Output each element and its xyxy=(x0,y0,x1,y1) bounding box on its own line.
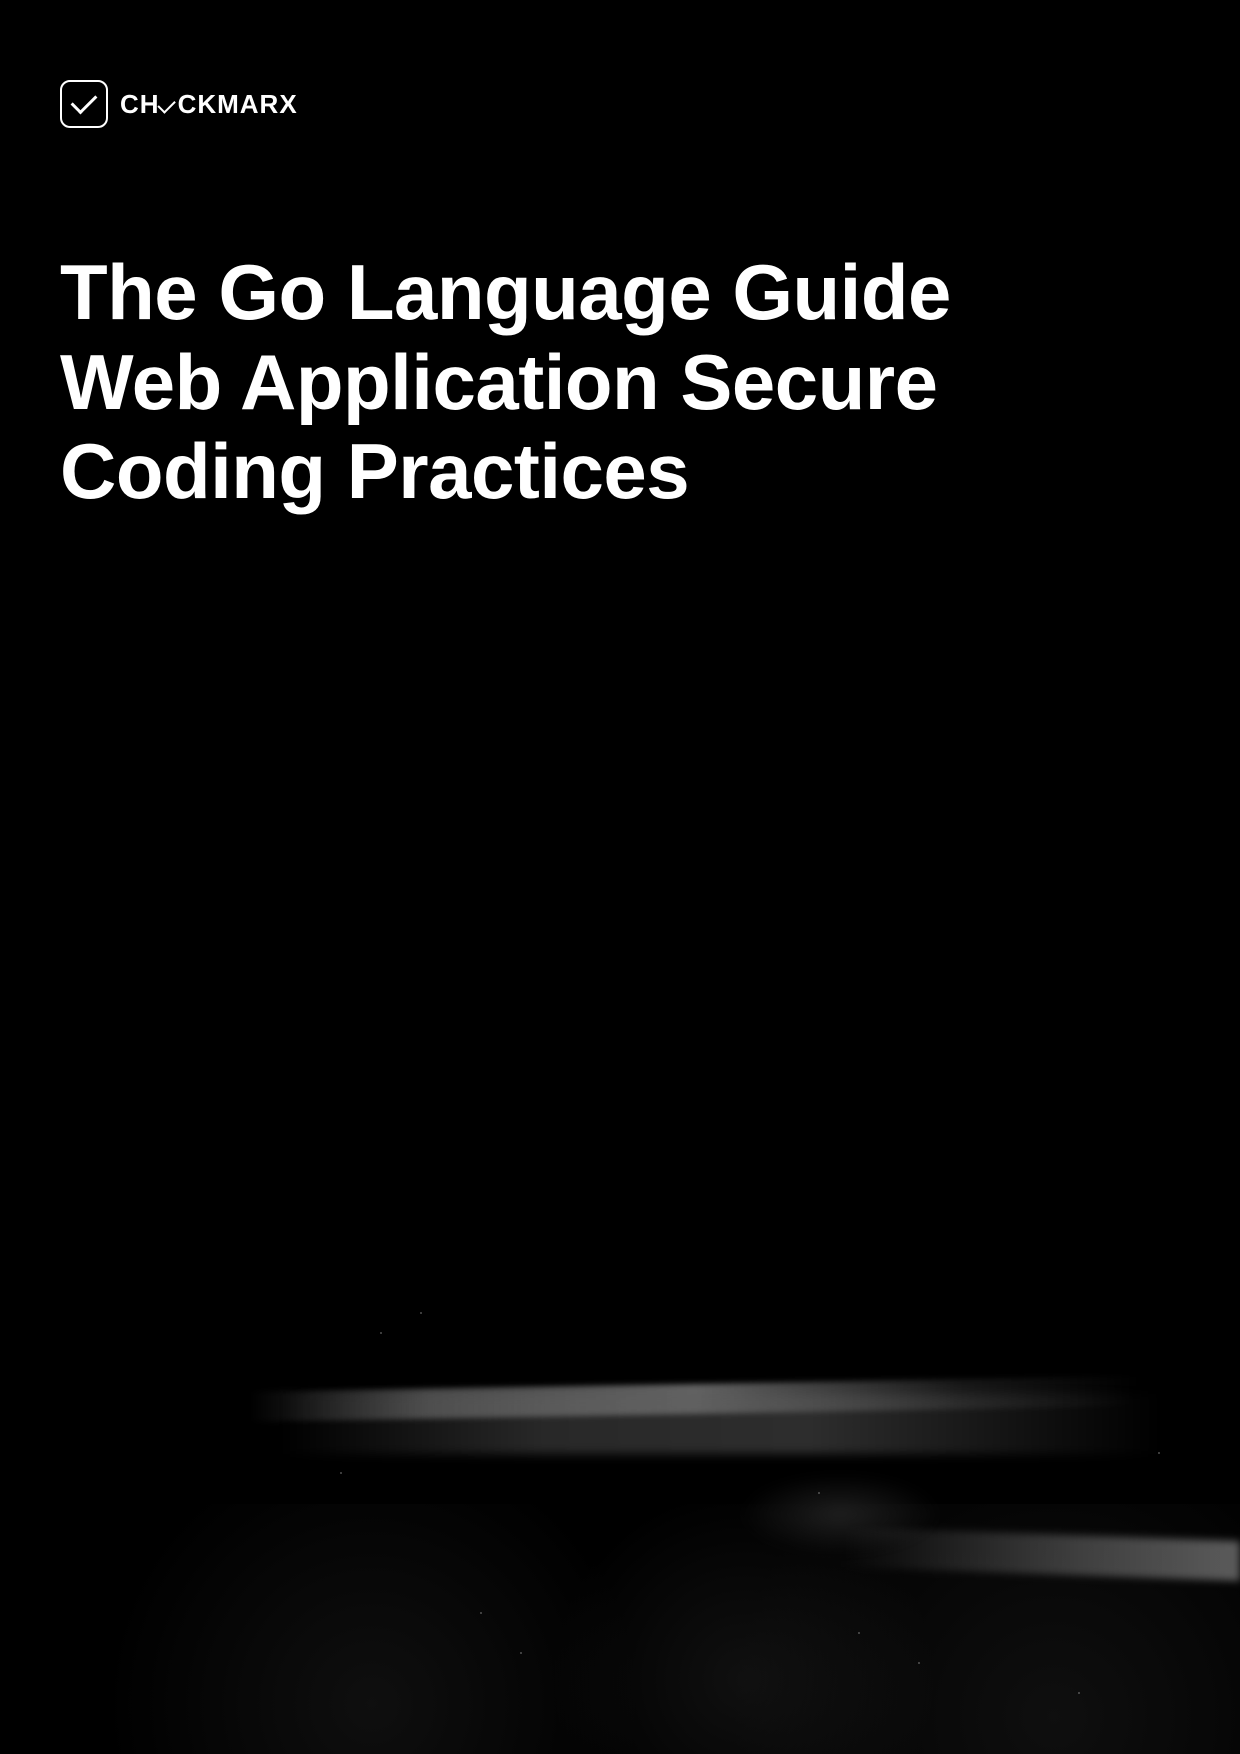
title-line-3: Coding Practices xyxy=(60,427,1160,517)
brand-name: CH CKMARX xyxy=(120,89,298,120)
title-line-2: Web Application Secure xyxy=(60,338,1160,428)
title-line-1: The Go Language Guide xyxy=(60,248,1160,338)
brand-suffix: CKMARX xyxy=(178,89,298,119)
brand-prefix: CH xyxy=(120,89,160,119)
checkmark-logo-icon xyxy=(60,80,108,128)
cover-page: CH CKMARX The Go Language Guide Web Appli… xyxy=(0,0,1240,1754)
background-artwork xyxy=(0,1234,1240,1754)
document-title: The Go Language Guide Web Application Se… xyxy=(60,248,1160,517)
brand-logo: CH CKMARX xyxy=(60,80,1180,128)
